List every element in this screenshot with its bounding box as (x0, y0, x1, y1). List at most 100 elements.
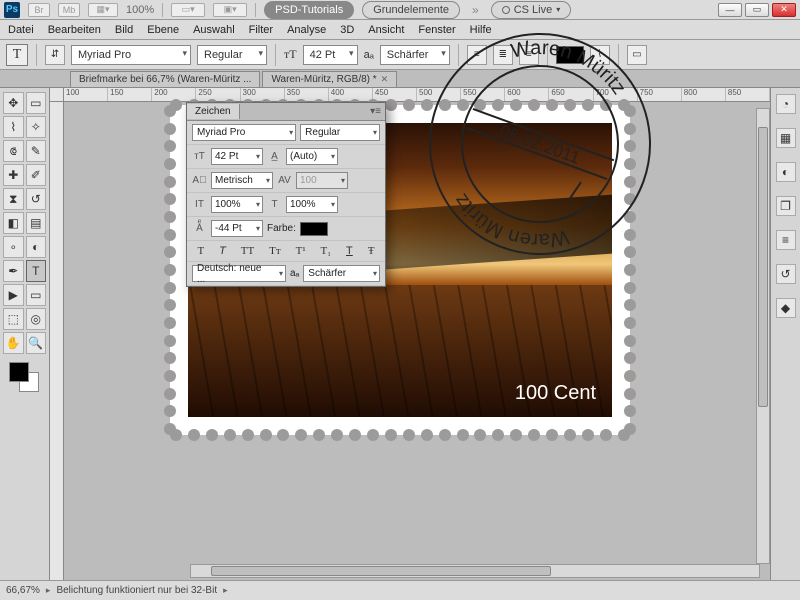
underline[interactable]: T (346, 245, 353, 257)
allcaps[interactable]: TT (241, 245, 254, 257)
panel-hscale[interactable]: 100% (286, 196, 338, 213)
history-brush-tool[interactable]: ↺ (26, 188, 47, 210)
vertical-scrollbar[interactable] (756, 108, 770, 564)
panel-vscale[interactable]: 100% (211, 196, 263, 213)
tracking-icon: AV (277, 175, 292, 186)
eyedropper-tool[interactable]: ✎ (26, 140, 47, 162)
minibridge-button[interactable]: Mb (58, 3, 80, 17)
wand-tool[interactable]: ✧ (26, 116, 47, 138)
panel-font-style[interactable]: Regular (300, 124, 380, 141)
color-swatches[interactable] (3, 356, 46, 402)
menu-auswahl[interactable]: Auswahl (193, 24, 235, 36)
type-tool[interactable]: T (26, 260, 47, 282)
move-tool[interactable]: ✥ (3, 92, 24, 114)
svg-text:Waren Müritz: Waren Müritz (503, 21, 638, 103)
app-titlebar: Ps Br Mb ▦▾ 100% ▭▾ ▣▾ PSD-Tutorials Gru… (0, 0, 800, 20)
eraser-tool[interactable]: ◧ (3, 212, 24, 234)
document-tab-1[interactable]: Briefmarke bei 66,7% (Waren-Müritz ... (70, 71, 260, 87)
leading-icon: A̲ (267, 151, 282, 162)
workspace-psdtutorials[interactable]: PSD-Tutorials (264, 1, 354, 19)
zoom-tool[interactable]: 🔍 (26, 332, 47, 354)
superscript[interactable]: T¹ (296, 245, 306, 257)
adjustments-panel-icon[interactable]: ◐ (776, 162, 796, 182)
menu-analyse[interactable]: Analyse (287, 24, 326, 36)
history-panel-icon[interactable]: ↺ (776, 264, 796, 284)
tools-panel: ✥ ▭ ⌇ ✧ ⟃ ✎ ✚ ✐ ⧗ ↺ ◧ ▤ ∘ ◐ ✒ T ▶ ▭ ⬚ ◎ … (0, 88, 50, 580)
menu-datei[interactable]: Datei (8, 24, 34, 36)
font-family-dropdown[interactable]: Myriad Pro (71, 45, 191, 65)
marquee-tool[interactable]: ▭ (26, 92, 47, 114)
panel-font-size[interactable]: 42 Pt (211, 148, 263, 165)
view-extras-button[interactable]: ▦▾ (88, 3, 118, 17)
ruler-vertical[interactable] (50, 102, 64, 580)
arrange-button[interactable]: ▭▾ (171, 3, 205, 17)
panel-baseline[interactable]: -44 Pt (211, 220, 263, 237)
font-size-dropdown[interactable]: 42 Pt (303, 45, 358, 65)
dodge-tool[interactable]: ◐ (26, 236, 47, 258)
menu-filter[interactable]: Filter (249, 24, 273, 36)
menu-bar: Datei Bearbeiten Bild Ebene Auswahl Filt… (0, 20, 800, 40)
window-maximize[interactable]: ▭ (745, 3, 769, 17)
swatches-panel-icon[interactable]: ▦ (776, 128, 796, 148)
blur-tool[interactable]: ∘ (3, 236, 24, 258)
stamp-tool[interactable]: ⧗ (3, 188, 24, 210)
strikethrough[interactable]: Ŧ (368, 245, 375, 257)
crop-tool[interactable]: ⟃ (3, 140, 24, 162)
brush-tool[interactable]: ✐ (26, 164, 47, 186)
antialias-icon: aₐ (364, 49, 374, 61)
menu-bild[interactable]: Bild (115, 24, 133, 36)
path-select-tool[interactable]: ▶ (3, 284, 24, 306)
panel-color-swatch[interactable] (300, 222, 328, 236)
smallcaps[interactable]: Tᴛ (269, 245, 281, 257)
menu-bearbeiten[interactable]: Bearbeiten (48, 24, 101, 36)
window-close[interactable]: ✕ (772, 3, 796, 17)
faux-italic[interactable]: T (219, 245, 226, 257)
character-panel[interactable]: Zeichen ▾≡ Myriad Pro Regular тТ 42 Pt A… (186, 102, 386, 287)
gradient-tool[interactable]: ▤ (26, 212, 47, 234)
menu-ansicht[interactable]: Ansicht (368, 24, 404, 36)
panel-language[interactable]: Deutsch: neue ... (192, 265, 286, 282)
panel-tracking[interactable]: 100 (296, 172, 348, 189)
pen-tool[interactable]: ✒ (3, 260, 24, 282)
3d-camera-tool[interactable]: ◎ (26, 308, 47, 330)
svg-text:Waren Müritz: Waren Müritz (443, 185, 578, 267)
stamp-value-text: 100 Cent (515, 382, 596, 405)
zoom-readout[interactable]: 100% (126, 4, 154, 16)
horizontal-scrollbar[interactable] (190, 564, 760, 578)
window-minimize[interactable]: — (718, 3, 742, 17)
panel-leading[interactable]: (Auto) (286, 148, 338, 165)
panel-antialias[interactable]: Schärfer (303, 265, 380, 282)
paths-panel-icon[interactable]: ◆ (776, 298, 796, 318)
3d-tool[interactable]: ⬚ (3, 308, 24, 330)
bridge-button[interactable]: Br (28, 3, 50, 17)
ruler-origin[interactable] (50, 88, 64, 102)
menu-3d[interactable]: 3D (340, 24, 354, 36)
baseline-icon: Aͤ (192, 223, 207, 234)
document-tabs: Briefmarke bei 66,7% (Waren-Müritz ... W… (0, 70, 800, 88)
faux-bold[interactable]: T (197, 245, 204, 257)
close-icon[interactable]: ✕ (381, 74, 389, 85)
document-tab-2[interactable]: Waren-Müritz, RGB/8) *✕ (262, 71, 397, 87)
status-popup-icon[interactable]: ▸ (46, 585, 51, 596)
hand-tool[interactable]: ✋ (3, 332, 24, 354)
status-bar: 66,67% ▸ Belichtung funktioniert nur bei… (0, 580, 800, 600)
font-style-dropdown[interactable]: Regular (197, 45, 267, 65)
panel-font-family[interactable]: Myriad Pro (192, 124, 296, 141)
subscript[interactable]: T₁ (321, 245, 332, 257)
layers-panel-icon[interactable]: ❐ (776, 196, 796, 216)
character-panel-tab[interactable]: Zeichen (187, 104, 240, 119)
status-arrow-icon[interactable]: ▸ (223, 585, 228, 596)
text-orientation-button[interactable]: ⇵ (45, 45, 65, 65)
shape-tool[interactable]: ▭ (26, 284, 47, 306)
panel-menu-icon[interactable]: ▾≡ (366, 106, 385, 117)
panel-kerning-mode[interactable]: Metrisch (211, 172, 273, 189)
channels-panel-icon[interactable]: ≡ (776, 230, 796, 250)
heal-tool[interactable]: ✚ (3, 164, 24, 186)
menu-ebene[interactable]: Ebene (147, 24, 179, 36)
tool-preset-type[interactable]: T (6, 44, 28, 66)
color-label: Farbe: (267, 223, 296, 234)
screenmode-button[interactable]: ▣▾ (213, 3, 247, 17)
lasso-tool[interactable]: ⌇ (3, 116, 24, 138)
color-panel-icon[interactable]: ◔ (776, 94, 796, 114)
status-zoom[interactable]: 66,67% (6, 585, 40, 596)
